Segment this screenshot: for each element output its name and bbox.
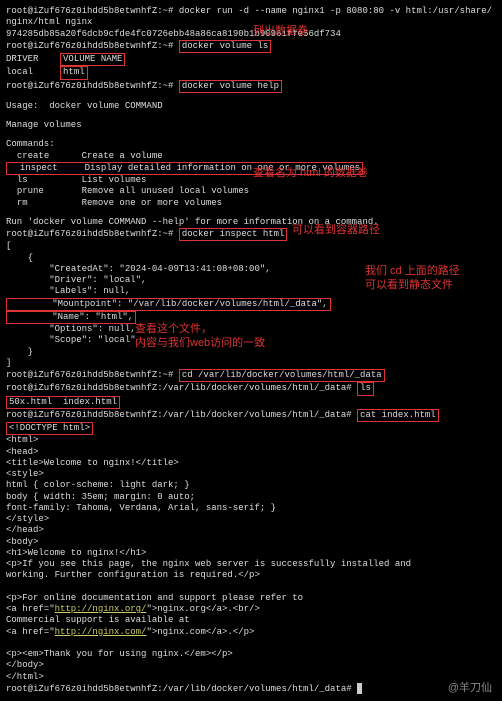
output: <a href="http://nginx.com/">nginx.com</a… <box>6 627 496 638</box>
output: DRIVER VOLUME NAME <box>6 53 496 66</box>
terminal-line: root@iZuf676z0ihdd5b8etwnhfZ:~# docker v… <box>6 40 496 53</box>
annotation: 查看名为 html 的数据卷 <box>253 167 368 181</box>
output: <body> <box>6 537 496 548</box>
output: 50x.html index.html <box>6 396 496 409</box>
terminal-line: root@iZuf676z0ihdd5b8etwnhfZ:~# docker v… <box>6 80 496 93</box>
highlight: <!DOCTYPE html> <box>6 422 93 435</box>
terminal-line: root@iZuf676z0ihdd5b8etwnhfZ:/var/lib/do… <box>6 382 496 395</box>
annotation: 我们 cd 上面的路径 可以看到静态文件 <box>365 265 460 293</box>
output: <a href="http://nginx.org/">nginx.org</a… <box>6 604 496 615</box>
link[interactable]: http://nginx.org/ <box>55 604 147 614</box>
terminal-line[interactable]: root@iZuf676z0ihdd5b8etwnhfZ:/var/lib/do… <box>6 683 496 695</box>
annotation: 可以看到容器路径 <box>292 224 380 238</box>
terminal-line: root@iZuf676z0ihdd5b8etwnhfZ:~# cd /var/… <box>6 369 496 382</box>
output: Commands: <box>6 139 496 150</box>
output: <html> <box>6 435 496 446</box>
output: </head> <box>6 525 496 536</box>
cursor <box>357 683 362 694</box>
output: font-family: Tahoma, Verdana, Arial, san… <box>6 503 496 514</box>
highlight-cmd: docker volume ls <box>179 40 271 53</box>
terminal-line: root@iZuf676z0ihdd5b8etwnhfZ:~# docker r… <box>6 6 496 29</box>
output: Usage: docker volume COMMAND <box>6 101 496 112</box>
output: ls List volumes <box>6 175 496 186</box>
output: <p>If you see this page, the nginx web s… <box>6 559 496 570</box>
output: </body> <box>6 660 496 671</box>
output: inspect Display detailed information on … <box>6 162 496 175</box>
highlight-cmd: cat index.html <box>357 409 439 422</box>
output: create Create a volume <box>6 151 496 162</box>
output: <!DOCTYPE html> <box>6 422 496 435</box>
terminal-line: root@iZuf676z0ihdd5b8etwnhfZ:~# docker i… <box>6 228 496 241</box>
output: </html> <box>6 672 496 683</box>
output: { <box>6 253 496 264</box>
annotation: 查看这个文件， 内容与我们web访问的一致 <box>135 323 265 351</box>
output: [ <box>6 241 496 252</box>
output: html { color-scheme: light dark; } <box>6 480 496 491</box>
highlight: "Mountpoint": "/var/lib/docker/volumes/h… <box>6 298 331 311</box>
output: <p>For online documentation and support … <box>6 593 496 604</box>
output: body { width: 35em; margin: 0 auto; <box>6 492 496 503</box>
output: local html <box>6 66 496 79</box>
highlight: "Name": "html", <box>6 311 136 324</box>
output: </style> <box>6 514 496 525</box>
highlight-cmd: docker inspect html <box>179 228 288 241</box>
output: <title>Welcome to nginx!</title> <box>6 458 496 469</box>
output: rm Remove one or more volumes <box>6 198 496 209</box>
watermark: 羊刀仙 <box>448 682 492 696</box>
highlight: html <box>60 66 88 79</box>
highlight-cmd: cd /var/lib/docker/volumes/html/_data <box>179 369 385 382</box>
output: ] <box>6 358 496 369</box>
output: <style> <box>6 469 496 480</box>
output: <p><em>Thank you for using nginx.</em></… <box>6 649 496 660</box>
link[interactable]: http://nginx.com/ <box>55 627 147 637</box>
output: <head> <box>6 447 496 458</box>
terminal-line: root@iZuf676z0ihdd5b8etwnhfZ:/var/lib/do… <box>6 409 496 422</box>
output: "Mountpoint": "/var/lib/docker/volumes/h… <box>6 298 496 311</box>
output: <h1>Welcome to nginx!</h1> <box>6 548 496 559</box>
highlight: 50x.html index.html <box>6 396 120 409</box>
annotation: 列出数据卷 <box>253 25 308 39</box>
output: Run 'docker volume COMMAND --help' for m… <box>6 217 496 228</box>
output: working. Further configuration is requir… <box>6 570 496 581</box>
output: 974285db85a20f6dcb9cfde4fc0726ebb48a86ca… <box>6 29 496 40</box>
highlight-cmd: ls <box>357 382 374 395</box>
output: Commercial support is available at <box>6 615 496 626</box>
highlight: VOLUME NAME <box>60 53 125 66</box>
highlight-cmd: docker volume help <box>179 80 282 93</box>
output: "Name": "html", <box>6 311 496 324</box>
output: Manage volumes <box>6 120 496 131</box>
output: prune Remove all unused local volumes <box>6 186 496 197</box>
